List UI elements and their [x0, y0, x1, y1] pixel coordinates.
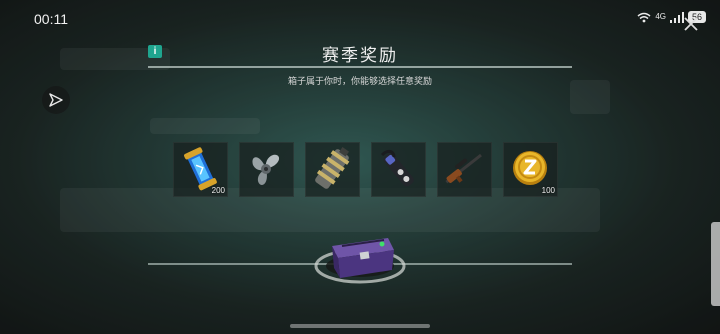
status-time: 00:11 — [34, 11, 68, 27]
reward-slot-sniper-rifle[interactable] — [437, 142, 492, 197]
engine-part-icon — [315, 147, 350, 189]
scope-gear-icon — [380, 149, 414, 187]
send-icon — [49, 93, 63, 107]
status-bar: 00:11 4G 56 — [0, 0, 720, 36]
background-panel — [570, 80, 610, 114]
reward-slot-scope-gear[interactable] — [371, 142, 426, 197]
reward-quantity: 200 — [211, 186, 225, 195]
propeller-icon — [252, 154, 280, 185]
reward-slot-gold-coin[interactable]: 100 — [503, 142, 558, 197]
dialog-subtitle: 箱子属于你时，你能够选择任意奖励 — [287, 77, 432, 87]
dialog-title: 赛季奖励 — [322, 46, 398, 66]
wifi-icon — [637, 12, 651, 22]
send-button[interactable] — [42, 86, 70, 114]
side-panel-handle[interactable] — [711, 222, 720, 306]
reward-slot-engine-part[interactable] — [305, 142, 360, 197]
reward-quantity: 100 — [541, 186, 555, 195]
season-chest[interactable] — [312, 224, 408, 286]
sniper-rifle-icon — [445, 153, 482, 184]
title-divider — [148, 66, 572, 68]
reward-slot-propeller[interactable] — [239, 142, 294, 197]
chest-icon — [314, 238, 406, 284]
reward-list: 200 100 — [173, 142, 558, 197]
home-indicator[interactable] — [290, 324, 430, 328]
close-icon — [684, 17, 698, 31]
network-type: 4G — [655, 12, 666, 21]
reward-slot-energy-capsule[interactable]: 200 — [173, 142, 228, 197]
close-button[interactable] — [680, 13, 702, 35]
